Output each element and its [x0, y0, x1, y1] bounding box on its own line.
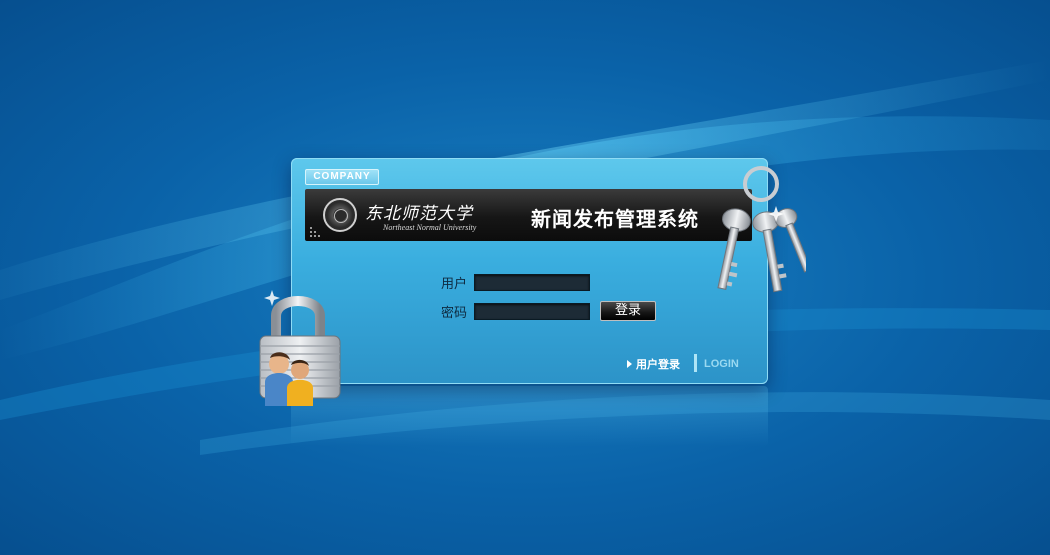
university-seal-icon: [323, 198, 357, 232]
system-title: 新闻发布管理系统: [531, 207, 699, 231]
company-tag: COMPANY: [305, 169, 379, 185]
password-input[interactable]: [474, 303, 590, 320]
user-login-link[interactable]: 用户登录: [636, 356, 680, 372]
university-english-name: Northeast Normal University: [383, 223, 477, 232]
title-bar: 东北师范大学 Northeast Normal University 新闻发布管…: [305, 189, 752, 241]
login-panel: COMPANY 东北师范大学 Northeast Normal Universi…: [291, 158, 768, 384]
login-en-label: LOGIN: [704, 358, 739, 370]
login-button[interactable]: 登录: [600, 301, 656, 321]
padlock-users-icon: [259, 290, 341, 406]
username-input[interactable]: [474, 274, 590, 291]
username-label: 用户: [441, 277, 468, 292]
university-name: 东北师范大学: [365, 204, 473, 224]
panel-reflection: [291, 386, 768, 446]
decorative-dots: [310, 227, 320, 237]
footer-divider: [694, 354, 697, 372]
keys-icon: [717, 166, 806, 293]
password-label: 密码: [441, 306, 468, 321]
arrow-right-icon: [627, 360, 632, 368]
